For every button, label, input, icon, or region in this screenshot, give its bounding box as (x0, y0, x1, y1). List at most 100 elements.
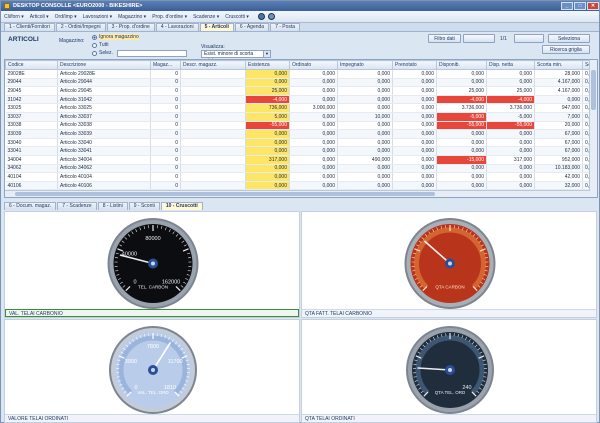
menu-articoli[interactable]: Articoli ▾ (30, 14, 49, 20)
table-row[interactable]: 31042 Articolo 31042 0 -4,000 0,000 0,000 0,00… (5, 95, 591, 105)
column-header[interactable]: Esistenza (245, 60, 290, 70)
table-cell: 0,000 (392, 146, 437, 156)
tab-agenda[interactable]: 6 - Agenda (234, 23, 270, 31)
tab-prop-ordine[interactable]: 3 - Prop. d'ordine (106, 23, 155, 31)
tab-sconti[interactable]: 9 - Sconti (128, 202, 160, 210)
table-cell: 0 (150, 155, 181, 165)
gauge-tick-label: 0 (133, 280, 136, 286)
ricerca-griglia-button[interactable]: Ricerca griglia (542, 45, 590, 54)
table-cell: 0,000 (392, 172, 437, 182)
page-indicator: 1/1 (500, 36, 507, 42)
table-cell: 0 (150, 78, 181, 88)
table-cell: 0,000 (486, 164, 535, 174)
minimize-button[interactable]: _ (561, 2, 573, 10)
gauge-tick-label: 11700 (168, 359, 183, 365)
table-cell: Articolo 33037 (57, 112, 151, 122)
table-cell: 25,000 (245, 86, 290, 96)
tab-cruscotti[interactable]: 10 - Cruscotti (160, 202, 203, 210)
table-cell: 4.167,000 (534, 78, 583, 88)
vertical-scrollbar[interactable] (589, 60, 597, 197)
table-cell: 0,000 (245, 146, 290, 156)
tab-clienti-fornitori[interactable]: 1 - Clienti/Fornitori (4, 23, 55, 31)
help-icon[interactable] (267, 13, 275, 20)
column-header[interactable]: Prenotato (392, 60, 437, 70)
filtro-dati-button[interactable]: Filtro dati (428, 34, 461, 43)
seleziona-button[interactable]: Seleziona (548, 34, 590, 43)
menu-prop-ordine[interactable]: Prop. d'ordine ▾ (152, 14, 187, 20)
radio-tutti[interactable]: Tutti (92, 42, 109, 48)
table-row[interactable]: 29044 Articolo 29044 0 0,000 0,000 0,000 0,000… (5, 78, 591, 88)
articles-table[interactable]: Codice Descrizione Magaz... Descr. magazz. E… (4, 59, 598, 198)
scroll-thumb[interactable] (591, 70, 596, 110)
tab-docum-magaz[interactable]: 6 - Docum. magaz. (4, 202, 57, 210)
table-cell: 0,000 (245, 172, 290, 182)
column-header[interactable]: Magaz... (150, 60, 181, 70)
magazzino-field[interactable] (117, 50, 187, 57)
table-cell: 0,000 (289, 121, 338, 131)
app-icon (4, 3, 10, 9)
column-header[interactable]: Descrizione (57, 60, 151, 70)
table-cell: -4,000 (486, 95, 535, 105)
table-cell: 67,000 (534, 138, 583, 148)
table-row[interactable]: 33037 Articolo 33037 0 5,000 0,000 10,000 0,00… (5, 112, 591, 122)
table-cell: 0,000 (392, 69, 437, 79)
column-header[interactable]: Disponib. (436, 60, 487, 70)
table-row[interactable]: 33025 Articolo 33025 0 736,000 3.000,000 0,00… (5, 103, 591, 113)
table-cell: 33041 (5, 146, 58, 156)
table-cell: 5,000 (245, 112, 290, 122)
next-page-button[interactable] (514, 34, 544, 43)
globe-icon[interactable] (257, 13, 265, 20)
column-header[interactable]: Impegnato (337, 60, 393, 70)
tab-scadenze[interactable]: 7 - Scadenze (57, 202, 97, 210)
table-row[interactable]: 40104 Articolo 40104 0 0,000 0,000 0,000 0,000… (5, 172, 591, 182)
table-cell: 33039 (5, 129, 58, 139)
table-row[interactable]: 29045 Articolo 29045 0 25,000 0,000 0,000 0,00… (5, 86, 591, 96)
table-cell: Articolo 33041 (57, 146, 151, 156)
close-button[interactable]: ✕ (587, 2, 599, 10)
column-header[interactable]: Descr. magazz. (180, 60, 246, 70)
table-row[interactable]: 40106 Articolo 40106 0 0,000 0,000 0,000 0,000… (5, 181, 591, 191)
radio-selez[interactable]: Selez. (92, 50, 113, 56)
table-cell: 33037 (5, 112, 58, 122)
visualizza-select[interactable]: Esist. minore di scorta minima ▼ (201, 50, 271, 64)
table-cell: 7,000 (534, 112, 583, 122)
radio-ignora-magazzino[interactable]: Ignora magazzino (92, 34, 139, 40)
table-row[interactable]: 33038 Articolo 33038 0 -55,000 0,000 0,000 0,0… (5, 121, 591, 131)
gauge-hub-cap (448, 368, 452, 372)
menu-magazzino[interactable]: Magazzino ▾ (118, 14, 146, 20)
column-header[interactable]: Ordinato (289, 60, 338, 70)
column-header[interactable]: Codice (5, 60, 58, 70)
table-cell: 0,000 (436, 146, 487, 156)
tab-posta[interactable]: 7 - Posta (270, 23, 301, 31)
maximize-button[interactable]: □ (574, 2, 586, 10)
column-header[interactable]: Disp. netta (486, 60, 535, 70)
scroll-thumb[interactable] (15, 192, 435, 196)
table-row[interactable]: 29028E Articolo 29028E 0 0,000 0,000 0,000 0,0… (5, 69, 591, 79)
menu-bar: Cli/forn ▾ Articoli ▾ Ord/Imp ▾ Lavorazi… (1, 11, 599, 23)
tab-lavorazioni[interactable]: 4 - Lavorazioni (155, 23, 199, 31)
menu-clifor[interactable]: Cli/forn ▾ (4, 14, 24, 20)
prev-page-button[interactable] (463, 34, 495, 43)
gauge-val-telai-carbonio: 04000080000162000TEL. CARBON (107, 218, 199, 309)
table-cell (180, 181, 246, 191)
menu-scadenze[interactable]: Scadenze ▾ (193, 14, 219, 20)
tab-ordini-impegni[interactable]: 2 - Ordini/Impegni (55, 23, 106, 31)
table-row[interactable]: 33041 Articolo 33041 0 0,000 0,000 0,000 0,000… (5, 146, 591, 156)
gauge-caption: QTA TELAI ORDINATI (302, 414, 596, 422)
gauge-caption: VALORE TELAI ORDINATI (5, 414, 299, 422)
tab-articoli[interactable]: 5 - Articoli (199, 23, 234, 31)
column-header[interactable]: Scorta min. (534, 60, 583, 70)
menu-lavorazioni[interactable]: Lavorazioni ▾ (83, 14, 112, 20)
table-row[interactable]: 34004 Articolo 34004 0 317,000 0,000 490,000 0… (5, 155, 591, 165)
table-row[interactable]: 33040 Articolo 33040 0 0,000 0,000 0,000 0,000… (5, 138, 591, 148)
menu-ordimp[interactable]: Ord/Imp ▾ (55, 14, 77, 20)
tab-listini[interactable]: 8 - Listini (97, 202, 128, 210)
table-row[interactable]: 33039 Articolo 33039 0 0,000 0,000 0,000 0,000… (5, 129, 591, 139)
table-cell: 34004 (5, 155, 58, 165)
horizontal-scrollbar[interactable] (5, 190, 590, 197)
menu-cruscotti[interactable]: Cruscotti ▾ (225, 14, 249, 20)
gauge-panel-val-telai-carbonio: 0 40000 80000 162000 TEL. CARBON VAL. TELAI … (4, 211, 300, 318)
table-cell: 42,000 (534, 172, 583, 182)
table-row[interactable]: 34062 Articolo 34062 0 0,000 0,000 0,000 0,000… (5, 164, 591, 174)
chevron-down-icon: ▼ (263, 51, 270, 57)
